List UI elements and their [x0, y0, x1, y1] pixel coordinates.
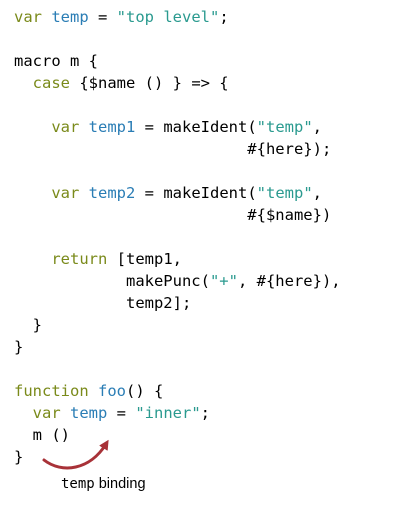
keyword-token: return: [51, 250, 108, 268]
plain-token: #{here});: [14, 140, 332, 158]
binding-caption: temp binding: [61, 474, 146, 494]
keyword-token: function: [14, 382, 89, 400]
keyword-token: var: [51, 184, 80, 202]
plain-token: m (): [14, 426, 70, 444]
plain-token: {$name () } => {: [70, 74, 229, 92]
string-token: "inner": [135, 404, 201, 422]
code-line: macro m {: [14, 50, 341, 72]
string-token: "temp": [256, 184, 313, 202]
identifier-token: foo: [98, 382, 126, 400]
plain-token: makePunc(: [14, 272, 210, 290]
plain-token: ,: [312, 184, 323, 202]
code-line: }: [14, 446, 341, 468]
code-line: var temp = "inner";: [14, 402, 341, 424]
code-line: m (): [14, 424, 341, 446]
plain-token: ;: [200, 404, 211, 422]
code-line: makePunc("+", #{here}),: [14, 270, 341, 292]
plain-token: () {: [126, 382, 164, 400]
plain-token: [temp1,: [107, 250, 182, 268]
code-line: temp2];: [14, 292, 341, 314]
plain-token: =: [88, 8, 117, 26]
plain-token: #{$name}): [14, 206, 332, 224]
identifier-token: temp2: [88, 184, 136, 202]
code-line: case {$name () } => {: [14, 72, 341, 94]
plain-token: macro m {: [14, 52, 98, 70]
code-line: var temp2 = makeIdent("temp",: [14, 182, 341, 204]
string-token: "temp": [256, 118, 313, 136]
caption-code: temp: [61, 476, 95, 492]
code-line: }: [14, 314, 341, 336]
code-line: #{here});: [14, 138, 341, 160]
code-line: var temp = "top level";: [14, 6, 341, 28]
code-line: }: [14, 336, 341, 358]
code-listing: var temp = "top level"; macro m { case {…: [14, 6, 341, 468]
caption-text: binding: [94, 476, 146, 492]
keyword-token: case: [32, 74, 70, 92]
identifier-token: temp: [51, 8, 89, 26]
keyword-token: var: [32, 404, 61, 422]
plain-token: temp2];: [14, 294, 192, 312]
string-token: "+": [209, 272, 238, 290]
plain-token: = makeIdent(: [135, 118, 257, 136]
string-token: "top level": [116, 8, 220, 26]
identifier-token: temp1: [88, 118, 136, 136]
plain-token: = makeIdent(: [135, 184, 257, 202]
plain-token: ;: [219, 8, 229, 26]
plain-token: }: [14, 448, 24, 466]
plain-token: , #{here}),: [237, 272, 341, 290]
code-line: var temp1 = makeIdent("temp",: [14, 116, 341, 138]
plain-token: ,: [312, 118, 323, 136]
keyword-token: var: [51, 118, 80, 136]
code-line: #{$name}): [14, 204, 341, 226]
code-line: function foo() {: [14, 380, 341, 402]
plain-token: =: [107, 404, 136, 422]
keyword-token: var: [14, 8, 42, 26]
code-line: return [temp1,: [14, 248, 341, 270]
plain-token: }: [14, 316, 42, 334]
identifier-token: temp: [70, 404, 108, 422]
plain-token: }: [14, 338, 24, 356]
